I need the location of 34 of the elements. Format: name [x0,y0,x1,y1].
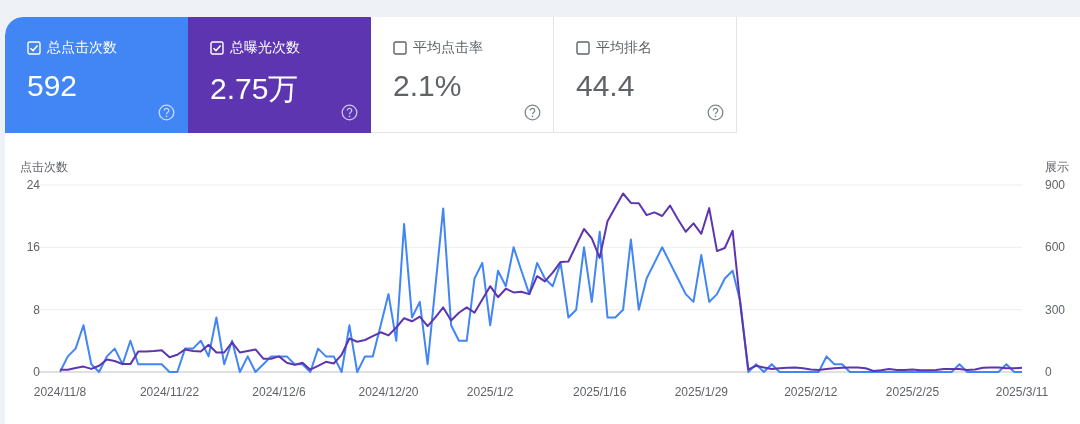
axis-tick-label: 0 [33,365,40,379]
axis-tick-label: 0 [1045,365,1052,379]
axis-tick-label: 2025/2/12 [784,385,838,399]
metric-value: 44.4 [576,69,635,103]
metric-label: 平均点击率 [413,39,483,57]
axis-tick-label: 900 [1045,178,1066,192]
axis-tick-label: 600 [1045,240,1066,255]
axis-tick-label: 24 [26,178,40,192]
metric-label: 总点击次数 [47,39,117,57]
checkbox-icon[interactable] [576,41,590,55]
axis-tick-label: 2025/1/16 [572,385,627,399]
axis-tick-label: 2025/1/29 [674,385,729,399]
axis-tick-label: 2024/12/6 [252,385,306,399]
axis-tick-label: 2024/11/22 [139,385,200,399]
axis-tick-label: 2025/1/2 [466,385,514,399]
help-icon[interactable] [707,104,724,121]
axis-title: 展示 [1045,160,1069,174]
axis-tick-label: 2024/12/20 [358,385,419,399]
metric-label: 平均排名 [596,39,652,57]
axis-tick-label: 2025/2/25 [885,385,940,399]
checkbox-icon[interactable] [393,41,407,55]
axis-tick-label: 2024/11/8 [33,385,87,399]
metric-value: 592 [27,69,78,103]
axis-tick-label: 300 [1045,302,1066,317]
help-icon[interactable] [524,104,541,121]
axis-title: 点击次数 [20,160,68,174]
metric-value: 2.1% [393,69,462,103]
axis-tick-label: 16 [26,240,40,255]
axis-tick-label: 8 [33,302,40,317]
metric-card[interactable]: 平均点击率 2.1% [371,17,554,133]
metric-value: 2.75万 [210,71,299,107]
metric-label: 总曝光次数 [230,39,300,57]
axis-tick-label: 2025/3/11 [995,385,1049,399]
metric-card[interactable]: 平均排名 44.4 [554,17,737,133]
